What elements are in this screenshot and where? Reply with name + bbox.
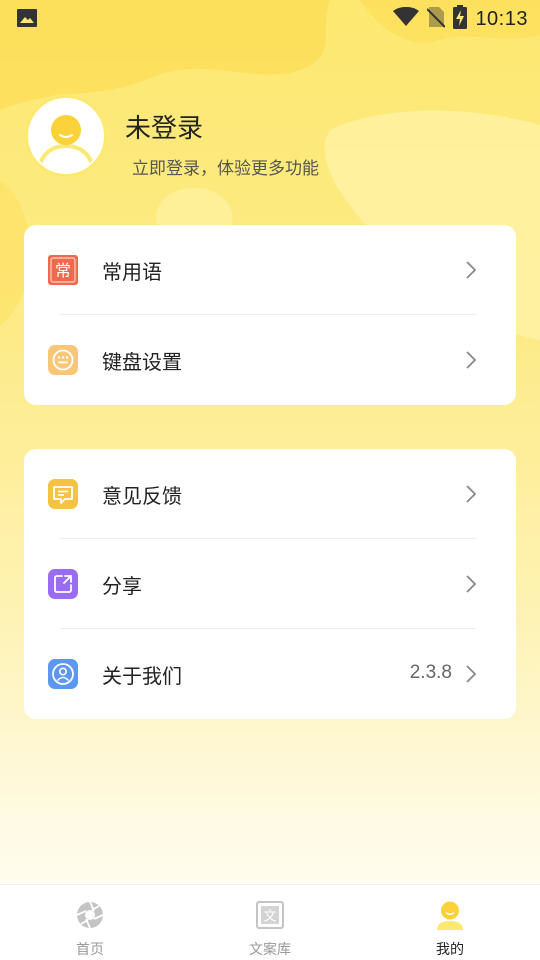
text-library-icon-char: 文 [263, 910, 276, 925]
bottom-navigation: 首页 文 文案库 我的 [0, 884, 540, 960]
chevron-right-icon [466, 261, 476, 279]
menu-item-label: 关于我们 [102, 664, 182, 688]
menu-item-about-us[interactable]: 关于我们 2.3.8 [24, 629, 516, 719]
chevron-right-icon [466, 665, 476, 683]
menu-item-label: 意见反馈 [102, 484, 182, 508]
menu-card-about: 意见反馈 分享 关于我们 2.3.8 [24, 449, 516, 719]
chevron-right-icon [466, 485, 476, 503]
nav-tab-label: 首页 [76, 942, 104, 958]
menu-card-tools: 常 常用语 键盘设置 [24, 225, 516, 405]
common-phrases-icon-char: 常 [55, 261, 71, 280]
menu-item-label: 分享 [102, 574, 142, 598]
menu-item-keyboard-settings[interactable]: 键盘设置 [24, 315, 516, 405]
text-library-icon: 文 [256, 901, 284, 929]
status-bar: 10:13 [0, 0, 540, 36]
menu-item-label: 常用语 [102, 260, 162, 284]
chevron-right-icon [466, 575, 476, 593]
nav-tab-mine[interactable]: 我的 [360, 885, 540, 960]
keyboard-icon [48, 345, 78, 375]
status-time: 10:13 [475, 7, 528, 30]
share-icon [48, 569, 78, 599]
avatar[interactable] [24, 94, 108, 178]
login-subtitle[interactable]: 立即登录，体验更多功能 [132, 154, 319, 179]
common-phrases-icon: 常 [48, 255, 78, 285]
login-title[interactable]: 未登录 [125, 108, 203, 145]
menu-item-common-phrases[interactable]: 常 常用语 [24, 225, 516, 315]
nav-tab-label: 文案库 [249, 942, 291, 958]
nav-tab-text-library[interactable]: 文 文案库 [180, 885, 360, 960]
menu-item-label: 键盘设置 [102, 350, 182, 374]
nav-tab-label: 我的 [436, 942, 464, 958]
wifi-icon [393, 6, 420, 31]
profile-icon [437, 901, 463, 930]
no-sim-icon [426, 6, 447, 32]
battery-charging-icon [453, 5, 468, 33]
nav-tab-home[interactable]: 首页 [0, 885, 180, 960]
feedback-icon [48, 479, 78, 509]
image-icon [17, 9, 37, 31]
profile-header[interactable]: 未登录 立即登录，体验更多功能 [24, 94, 524, 184]
user-avatar-icon [24, 94, 108, 178]
about-us-icon [48, 659, 78, 689]
app-version: 2.3.8 [409, 662, 452, 683]
aperture-icon [76, 901, 104, 929]
menu-item-feedback[interactable]: 意见反馈 [24, 449, 516, 539]
menu-item-share[interactable]: 分享 [24, 539, 516, 629]
chevron-right-icon [466, 351, 476, 369]
